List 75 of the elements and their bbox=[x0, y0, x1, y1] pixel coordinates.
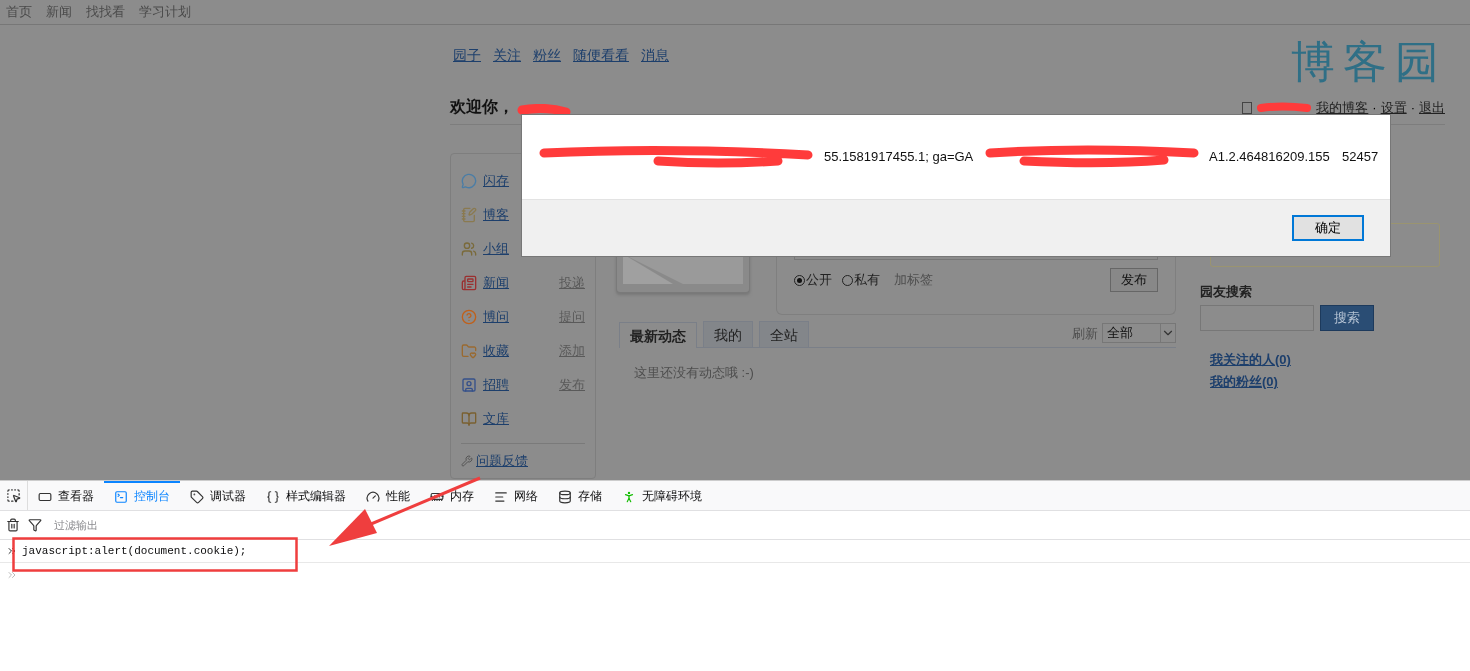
console-icon bbox=[114, 489, 128, 504]
newspaper-icon bbox=[461, 275, 477, 291]
search-title: 园友搜索 bbox=[1200, 283, 1253, 301]
element-picker-icon[interactable] bbox=[6, 488, 21, 503]
visibility-radio[interactable]: 公开 bbox=[794, 271, 832, 289]
search-button[interactable]: 搜索 bbox=[1320, 305, 1374, 331]
user-link[interactable]: 退出 bbox=[1419, 98, 1445, 117]
visibility-radio[interactable]: 私有 bbox=[842, 271, 880, 289]
sidebar-link[interactable]: 招聘 bbox=[483, 376, 553, 394]
sidebar-link[interactable]: 博问 bbox=[483, 308, 553, 326]
people-link[interactable]: 我关注的人(0) bbox=[1210, 351, 1440, 369]
trash-icon[interactable] bbox=[6, 518, 20, 532]
separator-dot: · bbox=[1410, 100, 1415, 115]
feed-filter-select[interactable]: 全部 bbox=[1102, 323, 1176, 343]
top-nav-link[interactable]: 首页 bbox=[6, 3, 32, 21]
devtools-tab[interactable]: 性能 bbox=[356, 481, 420, 510]
folder-heart-icon bbox=[461, 343, 477, 359]
empty-feed-text: 这里还没有动态哦 :-) bbox=[634, 364, 755, 382]
devtools-tab[interactable]: 调试器 bbox=[180, 481, 256, 510]
publish-button[interactable]: 发布 bbox=[1110, 268, 1158, 292]
avatar-placeholder-icon bbox=[623, 254, 743, 284]
feed-tab[interactable]: 全站 bbox=[759, 321, 809, 347]
devtools-tab[interactable]: 存储 bbox=[548, 481, 612, 510]
redaction-mark bbox=[1256, 101, 1313, 114]
site-nav-link[interactable]: 随便看看 bbox=[573, 47, 629, 65]
alert-message-text: 52457 bbox=[1342, 149, 1379, 164]
filter-output-field[interactable]: 过滤输出 bbox=[54, 517, 98, 533]
notebook-pen-icon bbox=[461, 207, 477, 223]
top-nav-link[interactable]: 学习计划 bbox=[139, 3, 191, 21]
devtools-tab[interactable]: 控制台 bbox=[104, 481, 180, 510]
people-icon bbox=[461, 241, 477, 257]
sidebar-link[interactable]: 新闻 bbox=[483, 274, 553, 292]
database-icon bbox=[558, 489, 572, 504]
site-logo[interactable]: 博客园 bbox=[1291, 33, 1447, 92]
people-link[interactable]: 我的粉丝(0) bbox=[1210, 373, 1440, 391]
filter-icon[interactable] bbox=[28, 518, 42, 532]
top-nav-link[interactable]: 新闻 bbox=[46, 3, 72, 21]
top-nav-link[interactable]: 找找看 bbox=[86, 3, 125, 21]
add-tag-link[interactable]: 加标签 bbox=[894, 271, 1100, 289]
lines-icon bbox=[494, 489, 508, 504]
ok-button[interactable]: 确定 bbox=[1292, 215, 1364, 241]
refresh-link[interactable]: 刷新 bbox=[1072, 325, 1098, 343]
devtools-tab[interactable]: 查看器 bbox=[28, 481, 104, 510]
devtools-tab[interactable]: 内存 bbox=[420, 481, 484, 510]
user-icon bbox=[1242, 101, 1253, 114]
site-nav-link[interactable]: 粉丝 bbox=[533, 47, 561, 65]
book-icon bbox=[461, 411, 477, 427]
feed-tab[interactable]: 最新动态 bbox=[619, 322, 697, 348]
dropdown-caret-icon bbox=[1160, 324, 1175, 342]
welcome-title: 欢迎你， bbox=[450, 97, 514, 117]
wrench-icon bbox=[461, 455, 473, 467]
user-card-icon bbox=[461, 377, 477, 393]
console-command: javascript:alert(document.cookie); bbox=[22, 545, 247, 557]
separator-dot: · bbox=[1372, 100, 1377, 115]
question-icon bbox=[461, 309, 477, 325]
tag-icon bbox=[190, 489, 204, 504]
alert-message-text: A1.2.464816209.155 bbox=[1209, 149, 1330, 164]
site-nav-link[interactable]: 消息 bbox=[641, 47, 669, 65]
braces-icon bbox=[266, 489, 280, 504]
feed-tab[interactable]: 我的 bbox=[703, 321, 753, 347]
devtools-tab[interactable]: 样式编辑器 bbox=[256, 481, 356, 510]
feedback-link[interactable]: 问题反馈 bbox=[476, 452, 585, 470]
devtools-tab[interactable]: 网络 bbox=[484, 481, 548, 510]
devtools-tab[interactable]: 无障碍环境 bbox=[612, 481, 712, 510]
prompt-icon[interactable] bbox=[6, 569, 18, 581]
alert-message-text: 55.1581917455.1; ga=GA bbox=[824, 149, 974, 164]
user-link[interactable]: 设置 bbox=[1380, 98, 1407, 117]
site-nav-link[interactable]: 关注 bbox=[493, 47, 521, 65]
gauge-icon bbox=[366, 489, 380, 504]
sidebar-link[interactable]: 收藏 bbox=[483, 342, 553, 360]
sidebar-link[interactable]: 文库 bbox=[483, 410, 585, 428]
person-icon bbox=[622, 489, 636, 504]
user-link[interactable]: 我的博客 bbox=[1316, 98, 1369, 117]
chat-bubble-icon bbox=[461, 173, 477, 189]
site-nav-link[interactable]: 园子 bbox=[453, 47, 481, 65]
